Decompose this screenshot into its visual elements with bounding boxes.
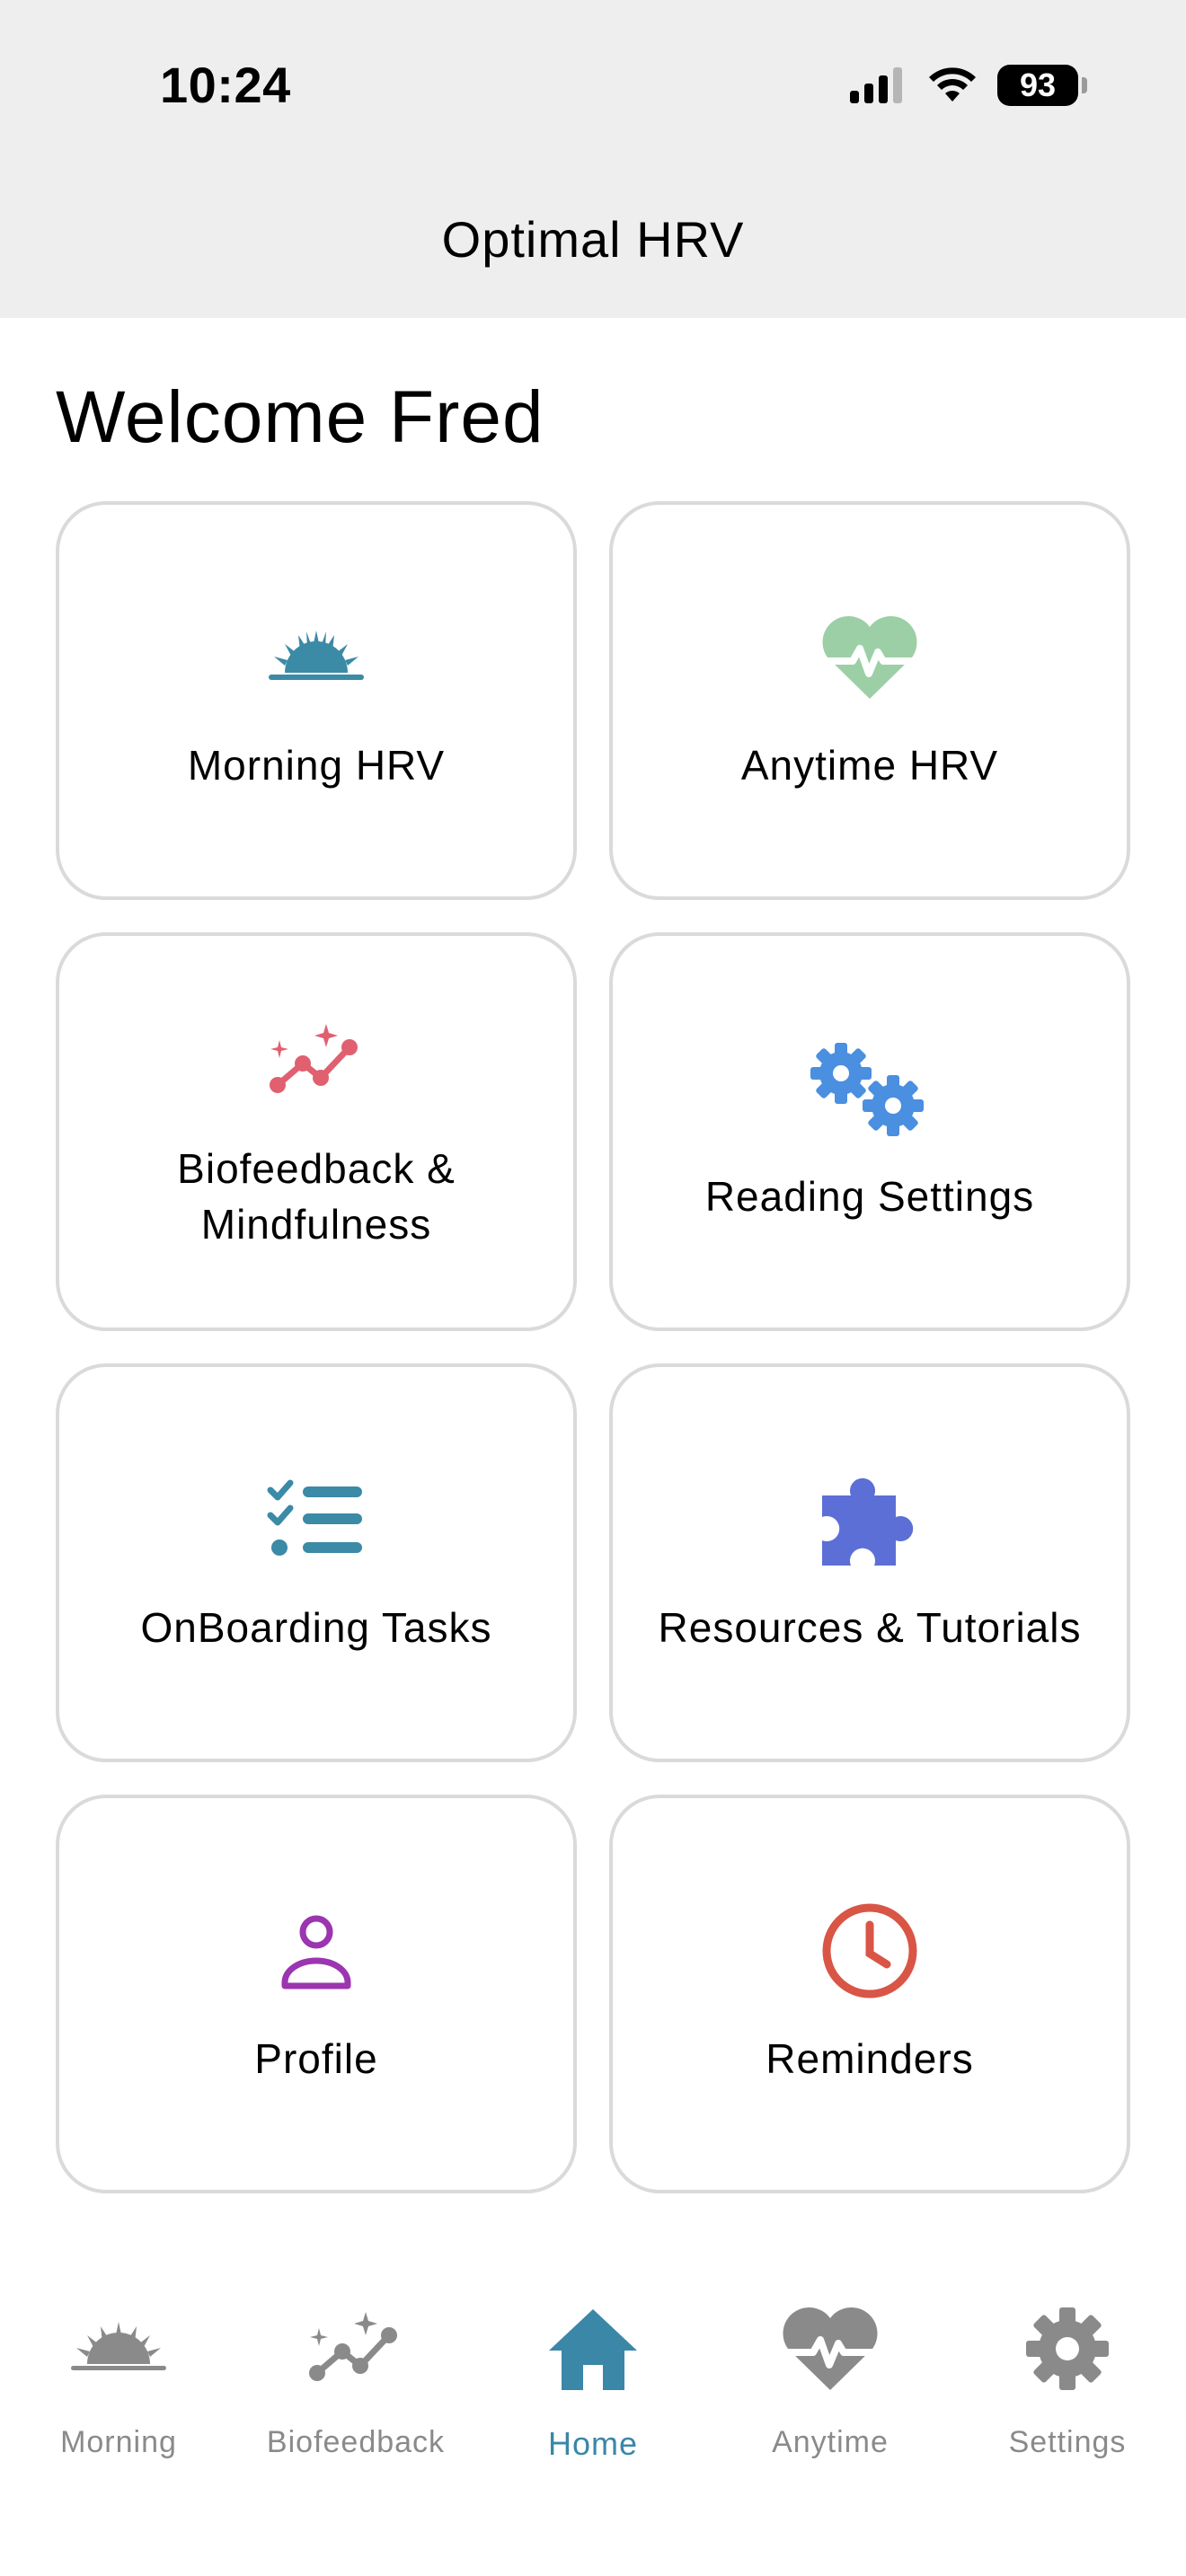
tab-anytime[interactable]: Anytime xyxy=(712,2281,949,2460)
resources-tutorials-card[interactable]: Resources & Tutorials xyxy=(609,1363,1130,1762)
card-label: Resources & Tutorials xyxy=(658,1604,1082,1651)
checklist-icon xyxy=(267,1470,366,1569)
tab-biofeedback[interactable]: Biofeedback xyxy=(237,2281,474,2460)
battery-level: 93 xyxy=(1019,66,1057,103)
tab-label: Settings xyxy=(1008,2425,1127,2459)
gears-icon xyxy=(807,1039,933,1138)
tab-label: Anytime xyxy=(772,2425,889,2459)
status-time: 10:24 xyxy=(160,57,291,113)
signal-icon xyxy=(850,67,902,103)
battery-indicator: 93 xyxy=(997,65,1087,106)
card-label: Profile xyxy=(254,2035,378,2082)
tab-label: Home xyxy=(547,2425,639,2462)
page-title: Optimal HRV xyxy=(441,211,745,268)
clock-icon xyxy=(820,1901,919,2000)
tab-home[interactable]: Home xyxy=(474,2281,712,2463)
home-icon xyxy=(474,2281,712,2416)
person-icon xyxy=(267,1901,366,2000)
card-label: Reminders xyxy=(766,2035,974,2082)
sunrise-icon xyxy=(0,2281,237,2416)
welcome-heading: Welcome Fred xyxy=(56,376,544,458)
tab-settings[interactable]: Settings xyxy=(949,2281,1186,2460)
card-label: Biofeedback & Mindfulness xyxy=(177,1145,456,1248)
reading-settings-card[interactable]: Reading Settings xyxy=(609,932,1130,1331)
profile-card[interactable]: Profile xyxy=(56,1795,577,2193)
top-bar: 10:24 93 Optimal HRV xyxy=(0,0,1186,318)
anytime-hrv-card[interactable]: Anytime HRV xyxy=(609,501,1130,900)
heartbeat-icon xyxy=(820,608,919,707)
sunrise-icon xyxy=(267,608,366,707)
sparkle-trend-icon xyxy=(267,1011,366,1110)
card-label: OnBoarding Tasks xyxy=(140,1604,492,1651)
card-label: Reading Settings xyxy=(704,1173,1035,1220)
wifi-icon xyxy=(929,67,976,101)
tab-label: Biofeedback xyxy=(266,2425,446,2459)
heartbeat-icon xyxy=(712,2281,949,2416)
gear-icon xyxy=(949,2281,1186,2416)
card-label: Morning HRV xyxy=(187,742,446,789)
card-label: Anytime HRV xyxy=(740,742,999,789)
bottom-tab-bar: Morning Biofeedback Home Anytime Setting… xyxy=(0,2263,1186,2576)
morning-hrv-card[interactable]: Morning HRV xyxy=(56,501,577,900)
sparkle-trend-icon xyxy=(237,2281,474,2416)
puzzle-icon xyxy=(820,1470,919,1569)
onboarding-tasks-card[interactable]: OnBoarding Tasks xyxy=(56,1363,577,1762)
tab-label: Morning xyxy=(60,2425,177,2459)
biofeedback-card[interactable]: Biofeedback & Mindfulness xyxy=(56,932,577,1331)
tab-morning[interactable]: Morning xyxy=(0,2281,237,2460)
reminders-card[interactable]: Reminders xyxy=(609,1795,1130,2193)
status-icons: 93 xyxy=(848,65,1087,106)
